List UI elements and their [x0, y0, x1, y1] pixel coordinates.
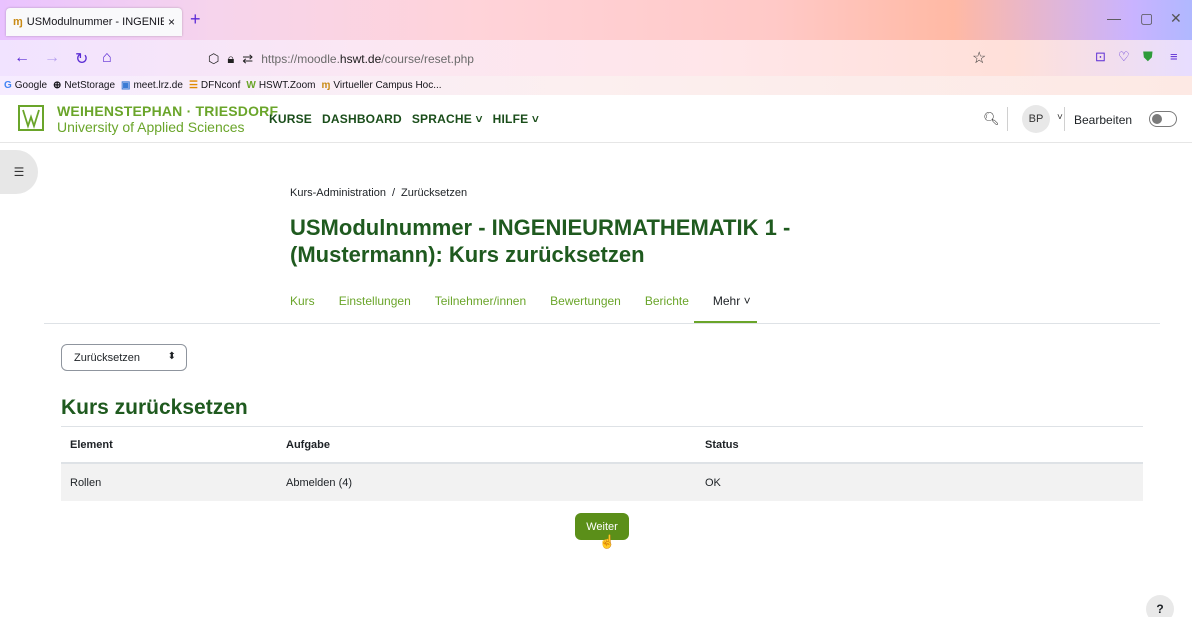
column-header-status: Status [705, 438, 739, 451]
tab-bewertungen[interactable]: Bewertungen [550, 294, 621, 308]
breadcrumb-kurs-administration[interactable]: Kurs-Administration [290, 187, 386, 199]
nav-kurse[interactable]: KURSE [269, 112, 312, 126]
tab-kurs[interactable]: Kurs [290, 294, 315, 308]
tab-mehr[interactable]: Mehr ˅ [713, 294, 751, 308]
column-header-element: Element [70, 438, 113, 451]
search-icon[interactable]: 🔍︎ [983, 111, 1000, 127]
bookmark-dfnconf[interactable]: ☰ DFNconf [189, 80, 240, 91]
close-window-icon[interactable]: ✕ [1170, 10, 1182, 27]
maximize-icon[interactable]: ▢ [1140, 10, 1153, 27]
select-caret-icon: ⬍ [167, 351, 176, 362]
breadcrumb-zuruecksetzen: Zurücksetzen [401, 187, 468, 199]
lock-icon[interactable]: 🔒︎ [227, 51, 234, 67]
header-divider [1064, 107, 1065, 131]
column-header-aufgabe: Aufgabe [286, 438, 330, 451]
tab-teilnehmer[interactable]: Teilnehmer/innen [435, 294, 526, 308]
google-icon: G [4, 80, 12, 91]
bookmark-star-icon[interactable]: ☆ [972, 48, 986, 68]
meet-icon: ▣ [121, 80, 131, 91]
edit-mode-label: Bearbeiten [1074, 113, 1133, 127]
table-row: Rollen Abmelden (4) OK [61, 464, 1143, 501]
dfn-icon: ☰ [188, 80, 198, 91]
logo-title[interactable]: WEIHENSTEPHAN · TRIESDORF [57, 103, 278, 119]
tab-einstellungen[interactable]: Einstellungen [339, 294, 411, 308]
bookmark-hswt-zoom[interactable]: W HSWT.Zoom [246, 80, 315, 91]
globe-icon: ⊕ [53, 80, 62, 91]
home-icon[interactable]: ⌂ [102, 49, 112, 67]
reset-status-table: Element Aufgabe Status Rollen Abmelden (… [61, 426, 1143, 501]
bookmark-virtueller-campus[interactable]: ɱ Virtueller Campus Hoc... [321, 80, 441, 91]
toggle-knob [1152, 114, 1162, 124]
tab-berichte[interactable]: Berichte [645, 294, 689, 308]
close-tab-icon[interactable]: × [168, 15, 175, 29]
site-header: WEIHENSTEPHAN · TRIESDORF University of … [0, 95, 1192, 143]
browser-tab[interactable]: ɱ USModulnummer - INGENIEUR × [6, 8, 182, 36]
edit-mode-toggle[interactable] [1149, 111, 1177, 127]
shield-extension-icon[interactable]: ⛊ [1143, 49, 1153, 65]
pocket-icon[interactable]: ♡ [1118, 49, 1130, 65]
secondary-nav: Kurs Einstellungen Teilnehmer/innen Bewe… [290, 294, 751, 308]
breadcrumb: Kurs-Administration / Zurücksetzen [290, 187, 467, 199]
browser-tabbar: ɱ USModulnummer - INGENIEUR × + — ▢ ✕ [0, 0, 1192, 40]
hswt-icon: W [246, 80, 256, 91]
bookmarks-bar: G Google ⊕ NetStorage ▣ meet.lrz.de ☰ DFNcon… [0, 76, 1192, 95]
bookmark-netstorage[interactable]: ⊕ NetStorage [53, 80, 115, 91]
reload-icon[interactable]: ↻ [75, 49, 88, 69]
moodle-icon: ɱ [321, 80, 331, 91]
avatar[interactable]: BP [1022, 105, 1050, 133]
cell-element: Rollen [70, 476, 102, 489]
new-tab-button[interactable]: + [190, 9, 201, 30]
tracking-shield-icon[interactable]: ⬡ [208, 51, 219, 67]
tab-title: USModulnummer - INGENIEUR [26, 16, 164, 28]
permissions-icon[interactable]: ⇄ [242, 51, 253, 67]
section-heading: Kurs zurücksetzen [61, 396, 248, 419]
back-icon[interactable]: ← [14, 49, 30, 67]
url-bar[interactable]: ⬡ 🔒︎ ⇄ https://moodle.hswt.de/course/res… [208, 45, 988, 72]
course-index-toggle[interactable]: ☰ [0, 150, 38, 194]
page-title: USModulnummer - INGENIEURMATHEMATIK 1 - … [290, 215, 791, 267]
table-header-row: Element Aufgabe Status [61, 427, 1143, 464]
secondary-nav-divider [44, 323, 1160, 324]
hswt-logo-icon[interactable] [18, 105, 44, 131]
extension-icon[interactable]: ⊡ [1095, 49, 1106, 65]
help-button[interactable]: ? [1146, 595, 1174, 617]
reset-page-select[interactable]: Zurücksetzen ⬍ [61, 344, 187, 371]
forward-icon[interactable]: → [44, 49, 60, 67]
cell-status: OK [705, 476, 721, 489]
url-text: https://moodle.hswt.de/course/reset.php [261, 51, 474, 66]
list-icon: ☰ [13, 165, 25, 179]
breadcrumb-separator: / [391, 187, 396, 199]
chevron-down-icon[interactable]: ˅ [1057, 112, 1063, 123]
browser-navbar: ← → ↻ ⌂ ⬡ 🔒︎ ⇄ https://moodle.hswt.de/co… [0, 40, 1192, 76]
minimize-icon[interactable]: — [1107, 10, 1121, 26]
header-divider [1007, 107, 1008, 131]
bookmark-meet[interactable]: ▣ meet.lrz.de [121, 80, 183, 91]
nav-hilfe[interactable]: HILFE ˅ [493, 112, 539, 126]
nav-sprache[interactable]: SPRACHE ˅ [412, 112, 483, 126]
nav-dashboard[interactable]: DASHBOARD [322, 112, 402, 126]
select-value: Zurücksetzen [74, 351, 141, 364]
bookmark-google[interactable]: G Google [4, 80, 47, 91]
moodle-favicon-icon: ɱ [13, 16, 23, 28]
hand-cursor-icon: ☝ [599, 534, 616, 549]
primary-nav: KURSE DASHBOARD SPRACHE ˅ HILFE ˅ [269, 112, 539, 126]
cell-aufgabe: Abmelden (4) [286, 476, 353, 489]
menu-icon[interactable]: ≡ [1170, 49, 1178, 64]
logo-subtitle[interactable]: University of Applied Sciences [57, 119, 245, 135]
